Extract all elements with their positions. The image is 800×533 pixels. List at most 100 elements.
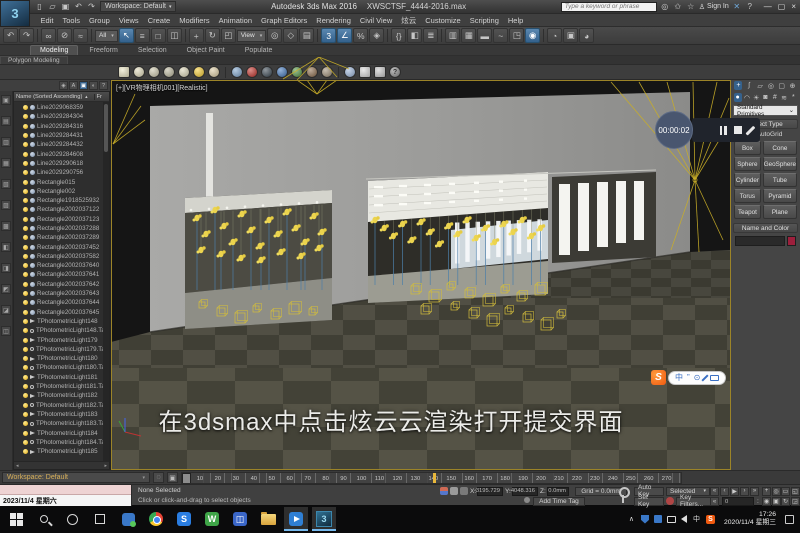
nav-button-top-4[interactable]: ◱ — [791, 487, 800, 496]
scroll-right-icon[interactable]: ▸ — [104, 463, 107, 469]
menu-modifiers[interactable]: Modifiers — [175, 16, 214, 25]
explorer-filter-icon-8[interactable]: ◧ — [1, 242, 11, 252]
visibility-bulb-icon[interactable] — [23, 319, 28, 324]
select-and-scale-icon[interactable]: ◰ — [221, 28, 236, 43]
selection-lock-icon[interactable]: ▣ — [167, 472, 178, 483]
recorder-stop-icon[interactable] — [734, 126, 742, 134]
visibility-bulb-icon[interactable] — [23, 124, 28, 129]
spinner-snap-icon[interactable]: ◈ — [369, 28, 384, 43]
undo-icon[interactable]: ↶ — [73, 1, 84, 12]
visibility-bulb-icon[interactable] — [23, 235, 28, 240]
nav-button-bottom-4[interactable]: ◲ — [791, 497, 800, 506]
ime-keyboard-icon[interactable] — [710, 375, 719, 381]
explorer-filter-icon-1[interactable]: ▣ — [1, 95, 11, 105]
ribbon-tab-populate[interactable]: Populate — [236, 46, 282, 55]
visibility-bulb-icon[interactable] — [23, 412, 28, 417]
scene-object-row[interactable]: TPhotometricLight179.Target — [14, 345, 109, 354]
scene-object-row[interactable]: Rectangle2002037582 — [14, 252, 109, 261]
object-color-swatch[interactable] — [787, 236, 796, 246]
offset-mode-icon[interactable] — [460, 487, 468, 495]
y-coordinate-field[interactable]: -4048.316 — [512, 487, 538, 496]
visibility-bulb-icon[interactable] — [23, 133, 28, 138]
snaps-toggle-icon[interactable]: 3 — [321, 28, 336, 43]
scene-object-row[interactable]: TPhotometricLight183.Target — [14, 419, 109, 428]
transport-button-5[interactable]: » — [750, 487, 759, 496]
menu-views[interactable]: Views — [114, 16, 143, 25]
tray-volume-icon[interactable] — [681, 515, 687, 523]
scene-object-row[interactable]: TPhotometricLight184.Target — [14, 438, 109, 447]
create-geosphere-button[interactable]: GeoSphere — [763, 157, 797, 171]
explorer-filter-icon-10[interactable]: ◩ — [1, 284, 11, 294]
scene-object-row[interactable]: Rectangle2002037643 — [14, 289, 109, 298]
create-cylinder-button[interactable]: Cylinder — [734, 173, 761, 187]
menu-customize[interactable]: Customize — [421, 16, 465, 25]
sun-light-icon[interactable] — [193, 66, 205, 78]
favorites-icon[interactable]: ✩ — [673, 2, 683, 11]
ime-emoji-icon[interactable]: ⊙ — [694, 373, 701, 382]
visibility-bulb-icon[interactable] — [23, 365, 28, 370]
scene-object-row[interactable]: Rectangle2002037452 — [14, 242, 109, 251]
scene-object-row[interactable]: Line2029290756 — [14, 168, 109, 177]
scene-object-row[interactable]: Rectangle2002037641 — [14, 270, 109, 279]
shape-ball-icon[interactable] — [208, 66, 220, 78]
polygon-modeling-panel[interactable]: Polygon Modeling — [0, 56, 68, 64]
time-slider-thumb[interactable] — [182, 473, 191, 484]
explorer-filter-icon-12[interactable]: ◫ — [1, 326, 11, 336]
primitive-category-dropdown[interactable]: Standard Primitives ⌄ — [733, 105, 798, 116]
rendered-frame-window-icon[interactable]: ▣ — [563, 28, 578, 43]
macro-recorder-pane[interactable] — [0, 485, 131, 495]
minimize-button[interactable]: — — [764, 2, 772, 11]
scene-explorer-header[interactable]: Name (Sorted Ascending) ▲ Fr — [14, 92, 109, 102]
scene-object-row[interactable]: TPhotometricLight184 — [14, 428, 109, 437]
spacewarps-category-icon[interactable]: ≋ — [780, 93, 788, 102]
select-and-move-icon[interactable]: + — [189, 28, 204, 43]
open-file-icon[interactable]: ▱ — [47, 1, 58, 12]
scene-object-row[interactable]: Line2029284431 — [14, 131, 109, 140]
explorer-filter-icon-11[interactable]: ◪ — [1, 305, 11, 315]
nav-button-top-1[interactable]: + — [762, 487, 771, 496]
scene-object-row[interactable]: Rectangle002 — [14, 187, 109, 196]
shape-sphere-icon[interactable] — [148, 66, 160, 78]
new-file-icon[interactable]: ▯ — [34, 1, 45, 12]
recorder-pause-icon[interactable] — [720, 126, 727, 135]
undo-icon[interactable]: ↶ — [3, 28, 18, 43]
search-icon[interactable]: ◎ — [660, 2, 670, 11]
start-button[interactable] — [4, 507, 28, 531]
visibility-bulb-icon[interactable] — [23, 180, 28, 185]
visibility-bulb-icon[interactable] — [23, 272, 28, 277]
maxscript-mini-listener[interactable]: 2023/11/4 星期六 — [0, 485, 132, 506]
visibility-bulb-icon[interactable] — [23, 403, 28, 408]
redo-icon[interactable]: ↷ — [86, 1, 97, 12]
scene-object-row[interactable]: Line2029284304 — [14, 112, 109, 121]
utilities-tab-icon[interactable]: ⊕ — [789, 81, 797, 90]
explorer-display-icon[interactable]: ▣ — [79, 81, 88, 90]
scene-object-row[interactable]: Rectangle015 — [14, 177, 109, 186]
create-torus-button[interactable]: Torus — [734, 189, 761, 203]
create-sphere-button[interactable]: Sphere — [734, 157, 761, 171]
menu-civil-view[interactable]: Civil View — [355, 16, 396, 25]
red-material-icon[interactable] — [246, 66, 258, 78]
perspective-viewport[interactable]: [+][VR物理相机001][Realistic] — [111, 80, 731, 470]
search-button[interactable] — [32, 507, 56, 531]
keyboard-shortcut-override-icon[interactable]: ▤ — [299, 28, 314, 43]
scene-object-row[interactable]: TPhotometricLight183 — [14, 410, 109, 419]
unlink-selection-icon[interactable]: ⊘ — [57, 28, 72, 43]
pinned-app-icon[interactable] — [116, 507, 140, 531]
help-tool-icon[interactable]: ? — [389, 66, 401, 78]
curve-editor-icon[interactable]: ~ — [493, 28, 508, 43]
visibility-bulb-icon[interactable] — [23, 300, 28, 305]
explorer-filter-icon-6[interactable]: ▨ — [1, 200, 11, 210]
z-coordinate-field[interactable]: 0.0mm — [547, 487, 569, 496]
lights-category-icon[interactable]: ☀ — [752, 93, 760, 102]
3dsmax-app-icon[interactable]: 3 — [312, 507, 336, 531]
tray-app-icon[interactable] — [654, 515, 662, 523]
set-keys-icon[interactable] — [617, 487, 629, 503]
visibility-bulb-icon[interactable] — [23, 310, 28, 315]
set-key-button[interactable]: Set Key — [634, 497, 664, 506]
nav-button-bottom-1[interactable]: ◉ — [762, 497, 771, 506]
menu-scripting[interactable]: Scripting — [465, 16, 503, 25]
mirror-icon[interactable]: ◧ — [407, 28, 422, 43]
visibility-bulb-icon[interactable] — [23, 356, 28, 361]
task-view-button[interactable] — [88, 507, 112, 531]
explorer-filter-icon-3[interactable]: ▥ — [1, 137, 11, 147]
